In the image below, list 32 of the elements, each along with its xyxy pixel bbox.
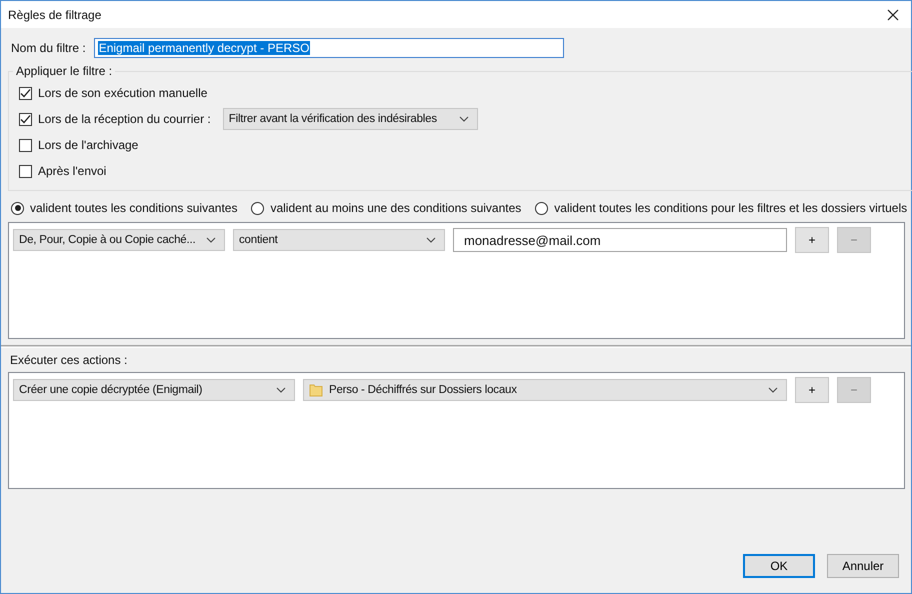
chevron-down-icon xyxy=(458,116,469,122)
input-field[interactable]: monadresse@mail.com xyxy=(453,228,787,252)
chevron-down-icon xyxy=(276,387,286,393)
dropdown[interactable]: Créer une copie décryptée (Enigmail) xyxy=(13,379,295,401)
chevron-down-icon xyxy=(768,387,778,393)
add-button[interactable]: + xyxy=(795,377,829,403)
group-legend: Appliquer le filtre : xyxy=(13,64,116,78)
folder-dropdown[interactable]: Perso - Déchiffrés sur Dossiers locaux xyxy=(303,379,787,401)
dropdown[interactable]: contient xyxy=(233,229,445,251)
checkbox[interactable]: Lors de l'archivage xyxy=(19,138,138,152)
selected-text: Enigmail permanently decrypt - PERSO xyxy=(98,41,310,55)
checkbox[interactable]: Lors de son exécution manuelle xyxy=(19,86,208,100)
cancel-button[interactable]: Annuler xyxy=(827,554,899,578)
ok-button[interactable]: OK xyxy=(743,554,815,578)
window-title: Règles de filtrage xyxy=(8,8,102,22)
dropdown[interactable]: Filtrer avant la vérification des indésirables xyxy=(222,108,478,130)
close-icon[interactable] xyxy=(887,8,899,20)
actions-label: Exécuter ces actions : xyxy=(10,353,128,367)
folder-icon xyxy=(309,383,323,397)
chevron-down-icon xyxy=(426,237,436,243)
radio-button[interactable]: valident toutes les conditions suivantes xyxy=(11,201,238,215)
checkmark-icon xyxy=(20,88,31,98)
add-button[interactable]: + xyxy=(795,227,829,253)
radio-button[interactable]: valident toutes les conditions pour les filtres et les dossiers virtuels xyxy=(535,201,908,215)
checkbox[interactable]: Lors de la réception du courrier : xyxy=(19,112,211,126)
dropdown[interactable]: De, Pour, Copie à ou Copie caché... xyxy=(13,229,225,251)
radio-button[interactable]: valident au moins une des conditions suivantes xyxy=(251,201,522,215)
checkbox[interactable]: Après l'envoi xyxy=(19,164,106,178)
chevron-down-icon xyxy=(206,237,216,243)
filter-name-field[interactable]: Enigmail permanently decrypt - PERSO xyxy=(94,38,564,58)
checkmark-icon xyxy=(20,114,31,124)
filter-name-label: Nom du filtre : xyxy=(11,41,86,55)
